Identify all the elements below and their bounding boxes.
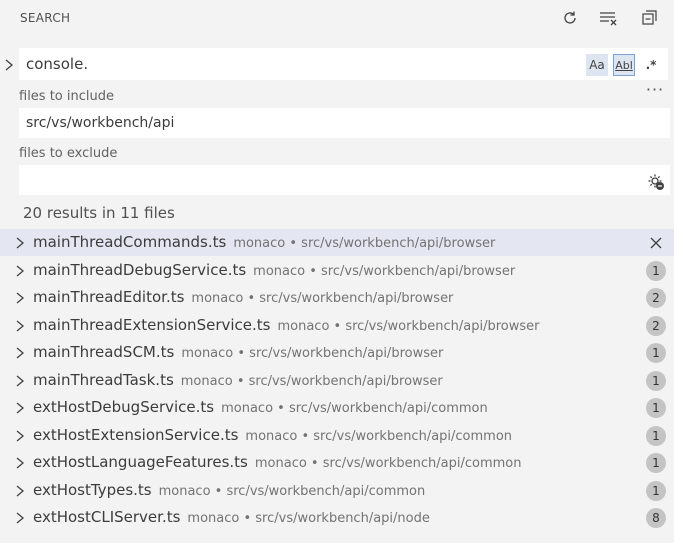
match-count-badge: 1: [646, 370, 666, 391]
result-file-path: monaco • src/vs/workbench/api/common: [158, 483, 426, 499]
match-count-badge: 1: [646, 453, 666, 473]
result-file-path: monaco • src/vs/workbench/api/browser: [180, 373, 443, 389]
result-file-row[interactable]: mainThreadSCM.ts monaco • src/vs/workbenc…: [0, 339, 674, 366]
use-regex-toggle[interactable]: .*: [640, 54, 662, 76]
result-file-row[interactable]: mainThreadDebugService.ts monaco • src/vs…: [0, 257, 674, 284]
match-count-badge: 8: [646, 508, 666, 528]
search-view-header: SEARCH: [0, 0, 674, 36]
result-file-row[interactable]: mainThreadEditor.ts monaco • src/vs/workb…: [0, 284, 674, 311]
refresh-icon[interactable]: [560, 8, 580, 28]
search-input[interactable]: console.: [19, 48, 668, 80]
chevron-right-icon[interactable]: [14, 291, 26, 305]
chevron-right-icon[interactable]: [14, 511, 26, 525]
result-file-path: monaco • src/vs/workbench/api/browser: [277, 318, 540, 334]
match-count-badge: 1: [646, 398, 666, 418]
collapse-all-icon[interactable]: [640, 8, 660, 28]
result-file-name: extHostTypes.ts monaco • src/vs/workbench…: [33, 480, 426, 499]
result-file-path: monaco • src/vs/workbench/api/browser: [191, 291, 454, 306]
chevron-right-icon[interactable]: [14, 456, 26, 470]
chevron-right-icon[interactable]: [14, 429, 26, 443]
chevron-right-icon[interactable]: [14, 346, 26, 360]
chevron-right-icon[interactable]: [14, 264, 26, 278]
result-file-path: monaco • src/vs/workbench/api/browser: [233, 236, 496, 251]
chevron-right-icon[interactable]: [14, 319, 26, 333]
match-count-badge: 1: [646, 425, 666, 446]
result-file-row[interactable]: extHostLanguageFeatures.ts monaco • src/v…: [0, 449, 674, 476]
match-count-badge: 2: [646, 288, 666, 308]
files-to-exclude-input[interactable]: [19, 165, 670, 195]
result-file-row[interactable]: extHostCLIServer.ts monaco • src/vs/workb…: [0, 504, 674, 531]
result-file-path: monaco • src/vs/workbench/api/node: [187, 511, 430, 526]
dismiss-icon[interactable]: [648, 235, 664, 251]
chevron-right-icon[interactable]: [14, 484, 26, 498]
result-file-name: extHostLanguageFeatures.ts monaco • src/v…: [33, 453, 522, 471]
result-file-name: mainThreadExtensionService.ts monaco • sr…: [33, 315, 540, 334]
match-count-badge: 1: [646, 480, 666, 501]
exclude-label: files to exclude: [19, 146, 118, 161]
result-summary: 20 results in 11 files: [23, 204, 175, 222]
include-label: files to include: [19, 89, 114, 104]
match-count-badge: 1: [646, 260, 666, 281]
result-file-path: monaco • src/vs/workbench/api/browser: [181, 346, 444, 361]
result-file-path: monaco • src/vs/workbench/api/common: [254, 456, 522, 471]
result-file-row[interactable]: extHostTypes.ts monaco • src/vs/workbench…: [0, 477, 674, 504]
chevron-right-icon[interactable]: [14, 374, 26, 388]
result-file-path: monaco • src/vs/workbench/api/common: [221, 401, 488, 416]
result-file-row[interactable]: mainThreadCommands.ts monaco • src/vs/wor…: [0, 229, 674, 256]
result-file-name: mainThreadTask.ts monaco • src/vs/workben…: [33, 370, 443, 389]
view-title: SEARCH: [20, 11, 71, 25]
result-file-row[interactable]: mainThreadExtensionService.ts monaco • sr…: [0, 312, 674, 339]
toggle-replace-icon[interactable]: [2, 55, 16, 75]
chevron-right-icon[interactable]: [14, 236, 26, 250]
files-to-include-input[interactable]: src/vs/workbench/api: [19, 108, 670, 138]
chevron-right-icon[interactable]: [14, 401, 26, 415]
match-count-badge: 2: [646, 315, 666, 336]
clear-results-icon[interactable]: [599, 8, 619, 28]
result-file-name: extHostCLIServer.ts monaco • src/vs/workb…: [33, 508, 430, 526]
result-file-name: extHostDebugService.ts monaco • src/vs/wo…: [33, 398, 488, 416]
result-file-name: mainThreadEditor.ts monaco • src/vs/workb…: [33, 288, 454, 306]
result-file-name: mainThreadSCM.ts monaco • src/vs/workbenc…: [33, 343, 444, 361]
result-file-row[interactable]: extHostExtensionService.ts monaco • src/v…: [0, 422, 674, 449]
result-file-path: monaco • src/vs/workbench/api/common: [245, 428, 513, 444]
result-file-name: extHostExtensionService.ts monaco • src/v…: [33, 425, 513, 444]
use-exclude-settings-icon[interactable]: [646, 172, 666, 192]
result-file-name: mainThreadDebugService.ts monaco • src/vs…: [33, 260, 516, 279]
result-file-path: monaco • src/vs/workbench/api/browser: [253, 263, 516, 279]
result-file-name: mainThreadCommands.ts monaco • src/vs/wor…: [33, 233, 496, 251]
toggle-search-details-icon[interactable]: ···: [645, 80, 665, 100]
match-whole-word-toggle[interactable]: Abl: [613, 54, 635, 76]
match-case-toggle[interactable]: Aa: [586, 54, 608, 76]
result-file-row[interactable]: mainThreadTask.ts monaco • src/vs/workben…: [0, 367, 674, 394]
result-file-row[interactable]: extHostDebugService.ts monaco • src/vs/wo…: [0, 394, 674, 421]
match-count-badge: 1: [646, 343, 666, 363]
